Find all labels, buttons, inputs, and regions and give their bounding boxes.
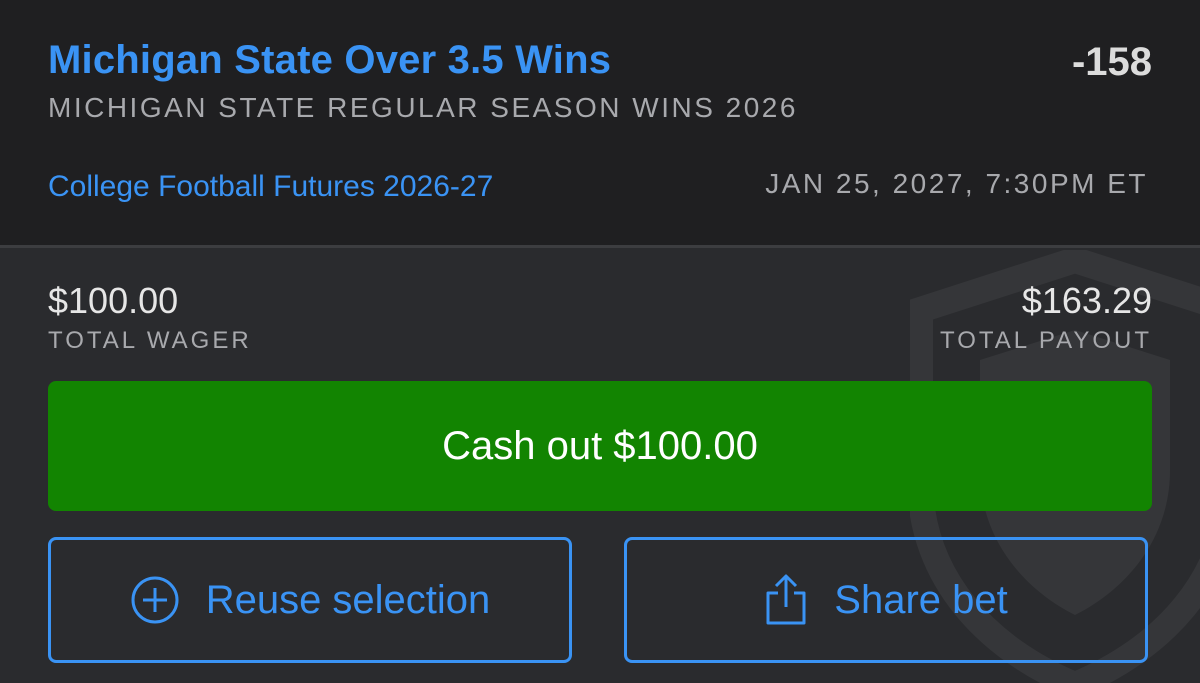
- share-bet-label: Share bet: [834, 577, 1008, 622]
- total-wager-amount: $100.00: [48, 280, 179, 321]
- bet-odds: -158: [1071, 40, 1152, 84]
- market-name: MICHIGAN STATE REGULAR SEASON WINS 2026: [48, 92, 798, 123]
- total-wager-label: TOTAL WAGER: [48, 327, 252, 354]
- reuse-selection-button[interactable]: Reuse selection: [48, 537, 572, 663]
- bet-slip-card: Michigan State Over 3.5 Wins -158 MICHIG…: [0, 0, 1200, 683]
- share-icon: [764, 573, 808, 627]
- bet-title[interactable]: Michigan State Over 3.5 Wins: [48, 38, 611, 83]
- total-payout-label: TOTAL PAYOUT: [939, 327, 1152, 354]
- league-link[interactable]: College Football Futures 2026-27: [48, 170, 493, 204]
- plus-circle-icon: [130, 575, 180, 625]
- cashout-button[interactable]: Cash out $100.00: [48, 381, 1152, 511]
- reuse-selection-label: Reuse selection: [205, 577, 491, 622]
- cashout-label: Cash out $100.00: [442, 423, 758, 468]
- share-bet-button[interactable]: Share bet: [624, 537, 1148, 663]
- total-payout-amount: $163.29: [1021, 280, 1152, 321]
- event-date: JAN 25, 2027, 7:30PM ET: [765, 168, 1148, 199]
- bet-header: Michigan State Over 3.5 Wins -158 MICHIG…: [0, 0, 1200, 248]
